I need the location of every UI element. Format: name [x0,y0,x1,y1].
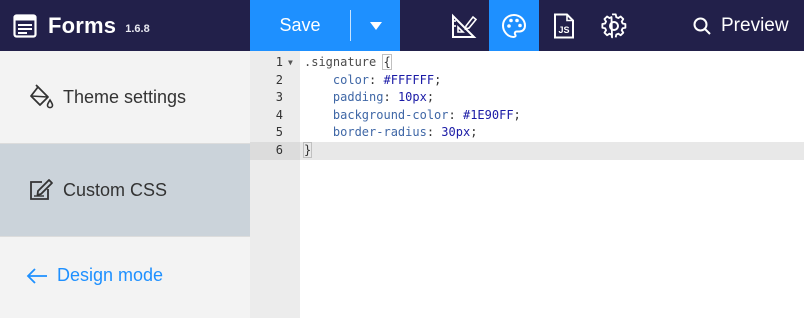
css-property: padding [332,90,384,105]
line-number: 2 [275,72,283,87]
js-file-icon: JS [554,13,574,38]
line-number: 6 [250,141,300,160]
form-layout-button[interactable] [439,0,489,51]
open-brace: { [382,54,392,70]
close-brace: } [302,141,313,158]
preview-label: Preview [721,14,789,36]
css-code-editor[interactable]: 1 ▼ .signature { 2 color: #FFFFFF; 3 pad… [250,51,804,318]
design-mode-link[interactable]: Design mode [26,265,163,286]
code-line: 4 background-color: #1E90FF; [250,107,804,125]
theme-button[interactable] [489,0,539,51]
css-value: #1E90FF [462,107,514,122]
javascript-button[interactable]: JS [539,0,589,51]
search-icon [693,17,711,35]
arrow-left-icon [26,267,47,284]
code-line: 2 color: #FFFFFF; [250,72,804,90]
design-mode-label: Design mode [57,265,164,285]
sidebar-item-label: Custom CSS [63,179,168,200]
settings-button[interactable] [589,0,639,51]
sidebar: Theme settings Custom CSS Design mode [0,51,250,318]
css-value: 30px [441,125,471,140]
save-button[interactable]: Save [250,0,350,51]
code-line-active: 6 } [250,141,804,160]
line-number: 5 [275,125,283,140]
css-selector: .signature [304,55,377,69]
app-name: Forms [48,12,117,38]
code-line: 5 border-radius: 30px; [250,124,804,142]
preview-button[interactable]: Preview [693,0,789,51]
paint-bucket-icon [30,84,54,109]
edit-square-icon [30,179,53,200]
sidebar-item-label: Theme settings [63,86,187,107]
app-version: 1.6.8 [125,22,150,35]
code-area[interactable]: 1 ▼ .signature { 2 color: #FFFFFF; 3 pad… [250,54,804,160]
css-property: color [332,72,370,87]
css-value: #FFFFFF [383,72,435,87]
top-bar: Forms 1.6.8 Save JS Preview [0,0,804,51]
save-button-group: Save [250,0,400,51]
ruler-pencil-icon [452,13,477,38]
line-number: 3 [275,90,283,105]
palette-icon [501,13,527,38]
css-property: background-color [332,107,449,122]
forms-logo-icon [13,13,37,38]
text-cursor [311,142,313,158]
sidebar-item-theme-settings[interactable]: Theme settings [0,51,250,144]
save-dropdown-button[interactable] [351,0,400,51]
code-line: 3 padding: 10px; [250,89,804,107]
app-brand: Forms 1.6.8 [0,0,150,51]
gear-icon [601,12,627,38]
css-value: 10px [397,90,427,105]
caret-down-icon [369,21,382,30]
svg-text:JS: JS [558,25,569,35]
line-number: 4 [275,107,283,122]
fold-arrow-icon[interactable]: ▼ [288,54,293,72]
css-property: border-radius [332,125,427,140]
sidebar-item-custom-css[interactable]: Custom CSS [0,144,250,237]
code-line: 1 ▼ .signature { [250,54,804,72]
